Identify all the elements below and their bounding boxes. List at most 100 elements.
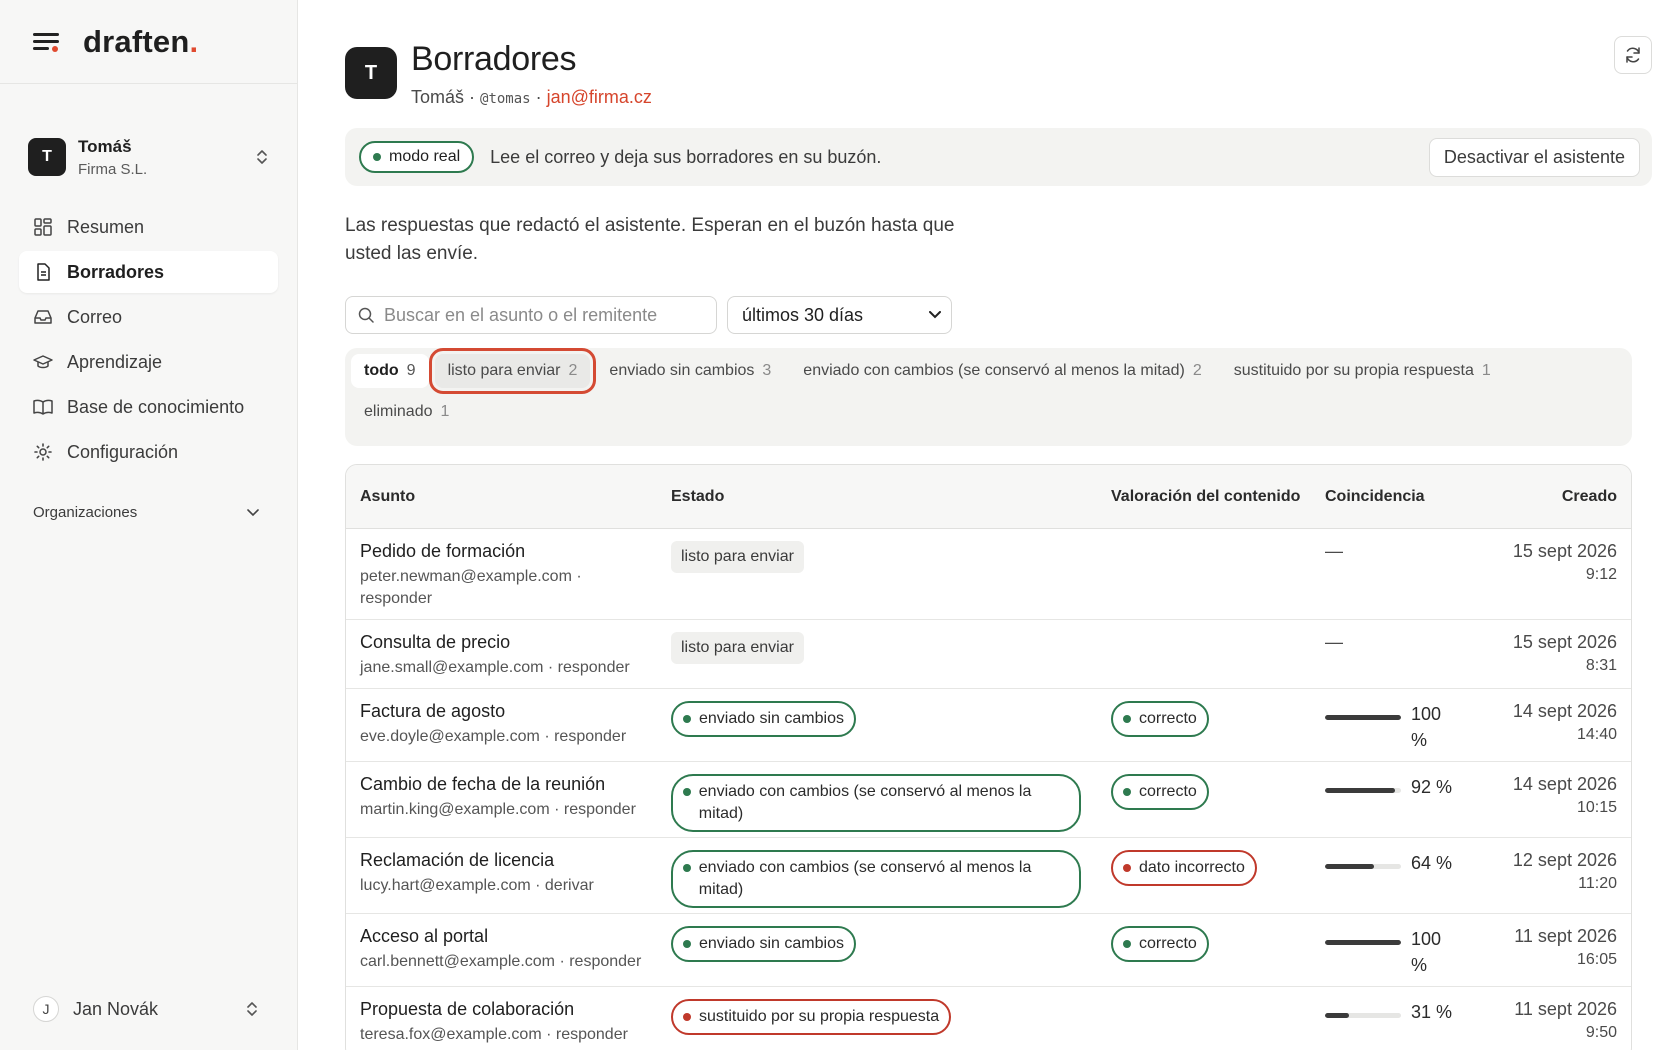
rating-label: correcto xyxy=(1139,935,1197,952)
match-percent: 31 % xyxy=(1411,1002,1453,1022)
book-icon xyxy=(33,397,53,417)
tab-todo[interactable]: todo 9 xyxy=(351,354,429,388)
tab-label: todo xyxy=(364,362,399,379)
tab-listo-para-enviar[interactable]: listo para enviar 2 xyxy=(428,348,597,394)
tab-enviado-con-cambios[interactable]: enviado con cambios (se conservó al meno… xyxy=(790,354,1214,388)
table-row[interactable]: Consulta de precio jane.small@example.com… xyxy=(346,620,1631,689)
row-sender: carl.bennett@example.com · responder xyxy=(360,953,642,970)
table-row[interactable]: Acceso al portal carl.bennett@example.com… xyxy=(346,914,1631,987)
sidebar-nav: Resumen Borradores Correo Aprendizaje Ba… xyxy=(0,200,297,473)
column-header-subject[interactable]: Asunto xyxy=(346,488,671,506)
rating-label: correcto xyxy=(1139,710,1197,727)
page-description: Las respuestas que redactó el asistente.… xyxy=(345,215,955,264)
search-icon xyxy=(358,307,374,323)
brand-bar: draften. xyxy=(0,0,297,84)
period-select[interactable]: últimos 30 días xyxy=(727,296,952,334)
tab-eliminado[interactable]: eliminado 1 xyxy=(351,395,462,429)
assistant-banner: modo real Lee el correo y deja sus borra… xyxy=(345,128,1652,186)
row-time: 9:12 xyxy=(1585,566,1617,583)
sidebar-item-base-de-conocimiento[interactable]: Base de conocimiento xyxy=(19,386,278,428)
mode-label: modo real xyxy=(389,148,461,165)
row-rating xyxy=(1111,632,1325,688)
table-row[interactable]: Cambio de fecha de la reunión martin.king… xyxy=(346,762,1631,838)
status-dot xyxy=(373,153,381,161)
column-header-created[interactable]: Creado xyxy=(1490,488,1631,506)
sidebar-item-borradores[interactable]: Borradores xyxy=(19,251,278,293)
sidebar-item-correo[interactable]: Correo xyxy=(19,296,278,338)
account-switcher[interactable]: T Tomáš Firma S.L. xyxy=(0,84,297,200)
tab-label: enviado sin cambios xyxy=(609,362,755,379)
tab-sustituido[interactable]: sustituido por su propia respuesta 1 xyxy=(1221,354,1504,388)
table-row[interactable]: Reclamación de licencia lucy.hart@example… xyxy=(346,838,1631,914)
column-header-rating[interactable]: Valoración del contenido xyxy=(1111,486,1311,508)
tab-label: eliminado xyxy=(364,403,433,420)
refresh-button[interactable] xyxy=(1614,36,1652,74)
status-dot xyxy=(683,1013,691,1021)
status-label: enviado con cambios (se conservó al meno… xyxy=(698,783,1032,822)
status-dot xyxy=(1123,715,1131,723)
row-sender: peter.newman@example.com · responder xyxy=(360,568,582,607)
match-bar-fill xyxy=(1325,940,1401,945)
row-match: 64 % xyxy=(1325,850,1490,876)
row-match: 92 % xyxy=(1325,774,1490,800)
sidebar-item-resumen[interactable]: Resumen xyxy=(19,206,278,248)
sidebar-item-label: Aprendizaje xyxy=(67,351,163,372)
header-handle: @tomas xyxy=(480,91,531,107)
user-avatar: J xyxy=(33,996,59,1022)
row-match: 100 % xyxy=(1325,701,1490,753)
tab-label: listo para enviar xyxy=(447,362,561,379)
period-selected: últimos 30 días xyxy=(742,304,864,325)
search-box[interactable] xyxy=(345,296,717,334)
column-header-match[interactable]: Coincidencia xyxy=(1325,488,1490,506)
graduation-cap-icon xyxy=(33,352,53,372)
status-label: enviado con cambios (se conservó al meno… xyxy=(698,859,1032,898)
row-date: 11 sept 2026 xyxy=(1514,926,1617,946)
rating-badge: dato incorrecto xyxy=(1111,850,1257,886)
banner-message: Lee el correo y deja sus borradores en s… xyxy=(490,146,882,167)
match-percent: 100 % xyxy=(1411,929,1442,975)
tab-count: 1 xyxy=(440,403,450,420)
account-org: Firma S.L. xyxy=(78,160,148,178)
table-row[interactable]: Pedido de formación peter.newman@example.… xyxy=(346,529,1631,620)
page-header: T Borradores Tomáš · @tomas · jan@firma.… xyxy=(345,40,1652,108)
match-bar xyxy=(1325,864,1401,869)
tab-label: enviado con cambios (se conservó al meno… xyxy=(803,362,1185,379)
account-avatar: T xyxy=(28,138,66,176)
row-sender: eve.doyle@example.com · responder xyxy=(360,728,627,745)
row-time: 9:50 xyxy=(1585,1024,1617,1041)
tab-count: 2 xyxy=(1192,362,1202,379)
row-time: 14:40 xyxy=(1576,726,1617,743)
sidebar-item-aprendizaje[interactable]: Aprendizaje xyxy=(19,341,278,383)
tab-enviado-sin-cambios[interactable]: enviado sin cambios 3 xyxy=(596,354,784,388)
deactivate-assistant-button[interactable]: Desactivar el asistente xyxy=(1428,137,1640,177)
chevron-down-icon xyxy=(929,311,941,319)
row-subject: Cambio de fecha de la reunión xyxy=(360,774,606,794)
mode-badge: modo real xyxy=(359,141,475,173)
match-bar xyxy=(1325,940,1401,945)
status-dot xyxy=(1123,864,1131,872)
separator: · xyxy=(530,87,547,107)
logo[interactable]: draften. xyxy=(83,24,198,60)
status-badge: enviado con cambios (se conservó al meno… xyxy=(671,850,1081,908)
rating-badge: correcto xyxy=(1111,774,1209,810)
row-time: 8:31 xyxy=(1585,657,1617,674)
user-menu[interactable]: J Jan Novák xyxy=(33,996,259,1022)
status-label: enviado sin cambios xyxy=(699,935,844,952)
sidebar: draften. T Tomáš Firma S.L. Resumen Borr… xyxy=(0,0,298,1050)
header-email-link[interactable]: jan@firma.cz xyxy=(547,87,652,107)
chevron-up-down-icon xyxy=(247,1002,257,1016)
status-label: sustituido por su propia respuesta xyxy=(699,1008,940,1025)
refresh-icon xyxy=(1626,47,1640,63)
sidebar-item-configuracion[interactable]: Configuración xyxy=(19,431,278,473)
search-input[interactable] xyxy=(384,304,704,326)
match-percent: 92 % xyxy=(1411,777,1453,797)
status-badge: enviado con cambios (se conservó al meno… xyxy=(671,774,1081,832)
match-bar-fill xyxy=(1325,715,1401,720)
menu-icon[interactable] xyxy=(33,31,59,53)
document-icon xyxy=(33,262,53,282)
chevron-down-icon xyxy=(247,508,259,516)
organizations-toggle[interactable]: Organizaciones xyxy=(0,476,297,521)
column-header-status[interactable]: Estado xyxy=(671,488,1111,506)
table-row[interactable]: Factura de agosto eve.doyle@example.com ·… xyxy=(346,689,1631,762)
table-row[interactable]: Propuesta de colaboración teresa.fox@exam… xyxy=(346,987,1631,1050)
